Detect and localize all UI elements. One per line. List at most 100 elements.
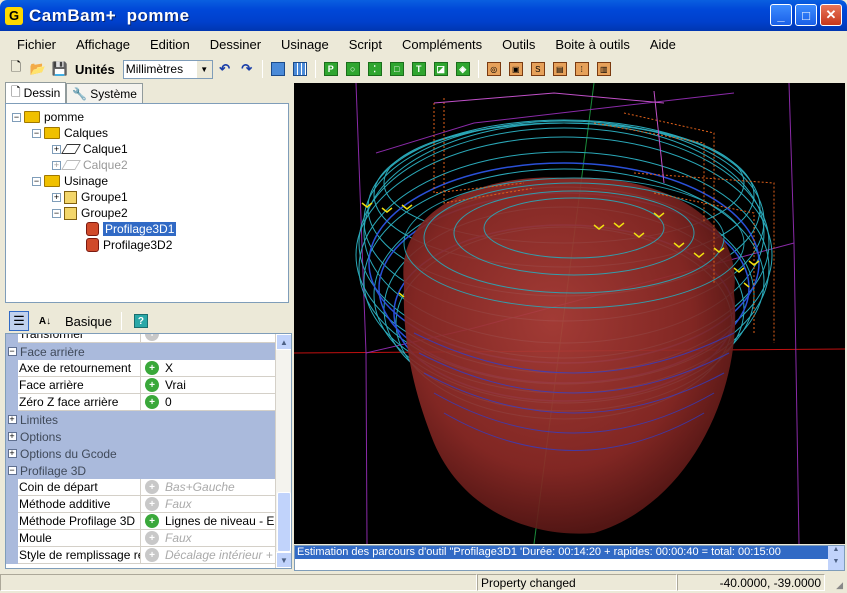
property-value[interactable]: Décalage intérieur + extérieur <box>163 548 291 562</box>
menu-edition[interactable]: Edition <box>140 37 200 52</box>
collapse-toggle[interactable]: − <box>32 128 41 138</box>
menu-fichier[interactable]: Fichier <box>7 37 66 52</box>
grey-plus-icon[interactable]: + <box>145 497 159 511</box>
cambam-app-icon[interactable]: G <box>5 6 23 25</box>
undo-icon[interactable]: ↶ <box>215 59 235 79</box>
tab-systeme[interactable]: 🔧 Système <box>66 83 143 103</box>
property-row[interactable]: Coin de départ + Bas+Gauche <box>6 479 291 496</box>
collapse-toggle[interactable]: − <box>12 112 21 122</box>
collapse-toggle[interactable]: − <box>32 176 41 186</box>
tree-node-calque1[interactable]: + Calque1 <box>52 141 128 157</box>
property-row[interactable]: Style de remplissage régions + Décalage … <box>6 547 291 564</box>
save-icon[interactable]: 💾 <box>50 59 70 79</box>
category-toggle[interactable]: + <box>7 449 17 458</box>
expand-toggle[interactable]: + <box>52 160 61 170</box>
expand-toggle[interactable]: + <box>52 192 61 202</box>
grid-icon[interactable] <box>290 59 310 79</box>
grey-plus-icon[interactable]: + <box>145 480 159 494</box>
property-value[interactable]: 0 <box>163 395 291 409</box>
circle-icon[interactable]: ○ <box>343 59 363 79</box>
property-row[interactable]: Face arrière + Vrai <box>6 377 291 394</box>
scroll-down-arrow[interactable]: ▼ <box>828 558 844 570</box>
engrave-op-icon[interactable]: S <box>528 59 548 79</box>
profile-op-icon[interactable]: ◎ <box>484 59 504 79</box>
property-value[interactable]: Bas+Gauche <box>163 480 291 494</box>
property-category[interactable]: + Options du Gcode <box>6 445 291 462</box>
green-plus-icon[interactable]: + <box>145 378 159 392</box>
property-row[interactable]: Axe de retournement + X <box>6 360 291 377</box>
green-plus-icon[interactable]: + <box>145 514 159 528</box>
polyline-icon[interactable]: P <box>321 59 341 79</box>
help-icon[interactable]: ? <box>131 311 151 331</box>
tree-node-groupe2[interactable]: − Groupe2 <box>52 205 128 221</box>
menu-script[interactable]: Script <box>339 37 392 52</box>
log-line[interactable]: Estimation des parcours d'outil "Profila… <box>295 546 828 559</box>
menu-complements[interactable]: Compléments <box>392 37 492 52</box>
green-plus-icon[interactable]: + <box>145 361 159 375</box>
units-select[interactable]: Millimètres ▼ <box>122 59 213 79</box>
basique-button[interactable]: Basique <box>65 314 112 329</box>
sort-alpha-icon[interactable]: A↓ <box>35 311 55 331</box>
expand-toggle[interactable]: + <box>52 144 61 154</box>
property-value[interactable]: Faux <box>163 531 291 545</box>
menu-boite-a-outils[interactable]: Boite à outils <box>545 37 639 52</box>
chevron-down-icon[interactable]: ▼ <box>196 60 212 78</box>
property-category[interactable]: − Profilage 3D <box>6 462 291 479</box>
snap-icon[interactable] <box>268 59 288 79</box>
tree-node-calque2[interactable]: + Calque2 <box>52 157 128 173</box>
tab-dessin[interactable]: 🗋 Dessin <box>5 82 67 103</box>
property-row[interactable]: Moule + Faux <box>6 530 291 547</box>
property-row[interactable]: Zéro Z face arrière + 0 <box>6 394 291 411</box>
menu-affichage[interactable]: Affichage <box>66 37 140 52</box>
green-plus-icon[interactable]: + <box>145 395 159 409</box>
text-icon[interactable]: T <box>409 59 429 79</box>
tree-node-profilage3d2[interactable]: Profilage3D2 <box>86 237 172 253</box>
lathe-op-icon[interactable]: ▥ <box>594 59 614 79</box>
grey-plus-icon[interactable]: + <box>145 548 159 562</box>
points-icon[interactable]: ⁚ <box>365 59 385 79</box>
tree-node-pomme[interactable]: − pomme <box>12 109 84 125</box>
property-category[interactable]: + Limites <box>6 411 291 428</box>
minimize-button[interactable]: _ <box>770 4 792 26</box>
scroll-up-arrow[interactable]: ▲ <box>828 546 844 558</box>
pocket-op-icon[interactable]: ▣ <box>506 59 526 79</box>
property-value[interactable]: Vrai <box>163 378 291 392</box>
menu-outils[interactable]: Outils <box>492 37 545 52</box>
log-scrollbar[interactable]: ▲ ▼ <box>828 546 844 570</box>
scroll-thumb[interactable] <box>277 492 291 552</box>
property-value[interactable]: Lignes de niveau - Ebauche <box>163 514 291 528</box>
category-toggle[interactable]: − <box>7 347 17 356</box>
tree-node-profilage3d1[interactable]: Profilage3D1 <box>86 221 177 237</box>
scroll-up-arrow[interactable]: ▲ <box>276 334 291 350</box>
category-toggle[interactable]: + <box>7 415 17 424</box>
open-folder-icon[interactable]: 📂 <box>28 59 48 79</box>
property-value[interactable]: Faux <box>163 497 291 511</box>
close-button[interactable]: ✕ <box>820 4 842 26</box>
region-icon[interactable]: ◪ <box>431 59 451 79</box>
3d-profile-op-icon[interactable]: ▤ <box>550 59 570 79</box>
tree-node-groupe1[interactable]: + Groupe1 <box>52 189 128 205</box>
3d-viewport[interactable] <box>294 83 845 544</box>
menu-dessiner[interactable]: Dessiner <box>200 37 271 52</box>
tree-node-usinage[interactable]: − Usinage <box>32 173 108 189</box>
redo-icon[interactable]: ↷ <box>237 59 257 79</box>
resize-grip-icon[interactable]: ◢ <box>825 574 843 591</box>
property-grid-scrollbar[interactable]: ▲ ▼ <box>275 334 291 568</box>
surface-icon[interactable]: ◈ <box>453 59 473 79</box>
menu-aide[interactable]: Aide <box>640 37 686 52</box>
categorized-icon[interactable]: ☰ <box>9 311 29 331</box>
property-value[interactable]: X <box>163 361 291 375</box>
tree-node-calques[interactable]: − Calques <box>32 125 108 141</box>
new-file-icon[interactable]: 🗋 <box>6 59 26 79</box>
rectangle-icon[interactable]: □ <box>387 59 407 79</box>
property-row[interactable]: Transformer + <box>6 334 291 343</box>
property-category[interactable]: + Options <box>6 428 291 445</box>
collapse-toggle[interactable]: − <box>52 208 61 218</box>
drill-op-icon[interactable]: ⁞ <box>572 59 592 79</box>
property-category[interactable]: − Face arrière <box>6 343 291 360</box>
grey-plus-icon[interactable]: + <box>145 334 159 341</box>
menu-usinage[interactable]: Usinage <box>271 37 339 52</box>
grey-plus-icon[interactable]: + <box>145 531 159 545</box>
scroll-down-arrow[interactable]: ▼ <box>276 552 291 568</box>
category-toggle[interactable]: − <box>7 466 17 475</box>
